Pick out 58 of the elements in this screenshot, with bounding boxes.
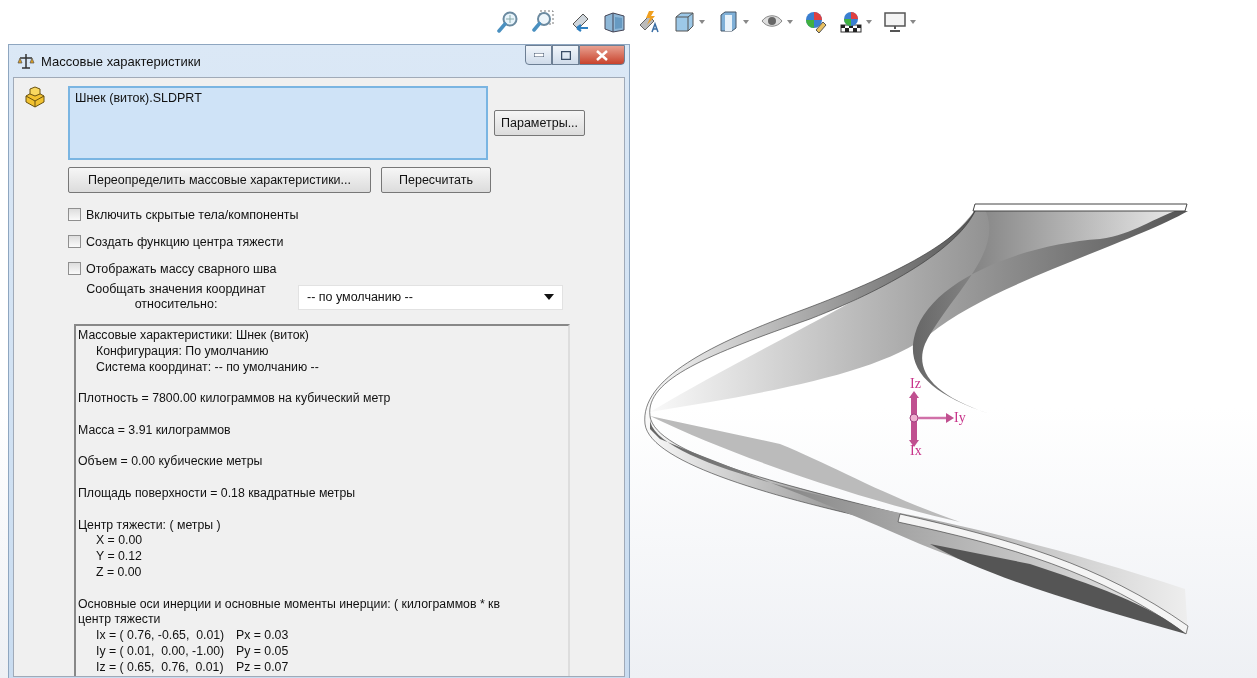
checkbox-label: Создать функцию центра тяжести <box>86 234 284 249</box>
minimize-button[interactable] <box>525 45 552 65</box>
cube-icon[interactable] <box>672 10 696 34</box>
list-item[interactable]: Шнек (виток).SLDPRT <box>75 91 481 105</box>
result-text: Система координат: -- по умолчанию -- <box>96 359 319 374</box>
monitor-icon[interactable] <box>883 10 907 34</box>
checkbox-label: Отображать массу сварного шва <box>86 261 277 276</box>
axis-label: Iy <box>954 411 966 425</box>
part-icon <box>24 86 46 108</box>
caret-icon[interactable] <box>787 20 793 24</box>
result-text: Площадь поверхности = 0.18 квадратные метры <box>78 485 356 500</box>
result-text: Ix = ( 0.76, -0.65, 0.01) <box>96 628 226 644</box>
minimize-icon <box>533 53 544 57</box>
result-text: Объем = 0.00 кубические метры <box>78 454 263 469</box>
maximize-button[interactable] <box>552 45 579 65</box>
field-label: Сообщать значения координат относительно: <box>85 282 267 312</box>
caret-icon[interactable] <box>699 20 705 24</box>
section-cube-icon[interactable] <box>602 10 626 34</box>
color-ball-checker-icon[interactable] <box>839 10 863 34</box>
result-text: Основные оси инерции и основные моменты инерции: ( килограммов * кв <box>78 596 500 611</box>
close-button[interactable] <box>579 45 625 65</box>
checkbox[interactable] <box>68 262 81 275</box>
maximize-icon <box>560 50 571 60</box>
caret-icon[interactable] <box>866 20 872 24</box>
close-icon <box>596 49 608 61</box>
result-text: X = 0.00 <box>96 533 143 548</box>
axis-triad-icon <box>909 391 954 447</box>
result-text: Iy = ( 0.01, 0.00, -1.00) <box>96 643 226 660</box>
selection-list[interactable]: Шнек (виток).SLDPRT <box>68 86 488 160</box>
override-button[interactable]: Переопределить массовые характеристики... <box>68 167 371 193</box>
magnifier-icon[interactable] <box>532 10 556 34</box>
coordinate-dropdown[interactable]: -- по умолчанию -- <box>298 284 563 310</box>
result-text: Py = 0.05 <box>236 643 289 660</box>
recalculate-button[interactable]: Пересчитать <box>381 167 491 193</box>
result-text: Плотность = 7800.00 килограммов на кубический метр <box>78 391 391 406</box>
result-text: Pz = 0.07 <box>236 659 289 676</box>
caret-icon[interactable] <box>743 20 749 24</box>
axis-label: Iz <box>910 377 921 391</box>
options-button[interactable]: Параметры... <box>494 110 586 136</box>
result-text: Массовые характеристики: Шнек (виток) <box>78 328 309 342</box>
axis-label: Ix <box>910 444 922 458</box>
caret-icon <box>544 294 554 300</box>
lightning-letter-icon[interactable] <box>637 10 661 34</box>
result-text: Конфигурация: По умолчанию <box>96 343 269 358</box>
checkbox[interactable] <box>68 208 81 221</box>
result-text: Центр тяжести: ( метры ) <box>78 517 221 532</box>
balance-scale-icon <box>17 52 35 70</box>
result-text: Iz = ( 0.65, 0.76, 0.01) <box>96 659 225 676</box>
result-text: Z = 0.00 <box>96 564 142 579</box>
color-ball-pencil-icon[interactable] <box>804 10 828 34</box>
result-text: Px = 0.03 <box>236 628 289 644</box>
result-text: центр тяжести <box>78 612 161 627</box>
checkbox-label: Включить скрытые тела/компоненты <box>86 207 299 222</box>
checkbox[interactable] <box>68 235 81 248</box>
caret-icon[interactable] <box>910 20 916 24</box>
result-text: Масса = 3.91 килограммов <box>78 422 231 437</box>
result-text: Y = 0.12 <box>96 549 142 564</box>
window-title: Массовые характеристики <box>41 53 202 69</box>
